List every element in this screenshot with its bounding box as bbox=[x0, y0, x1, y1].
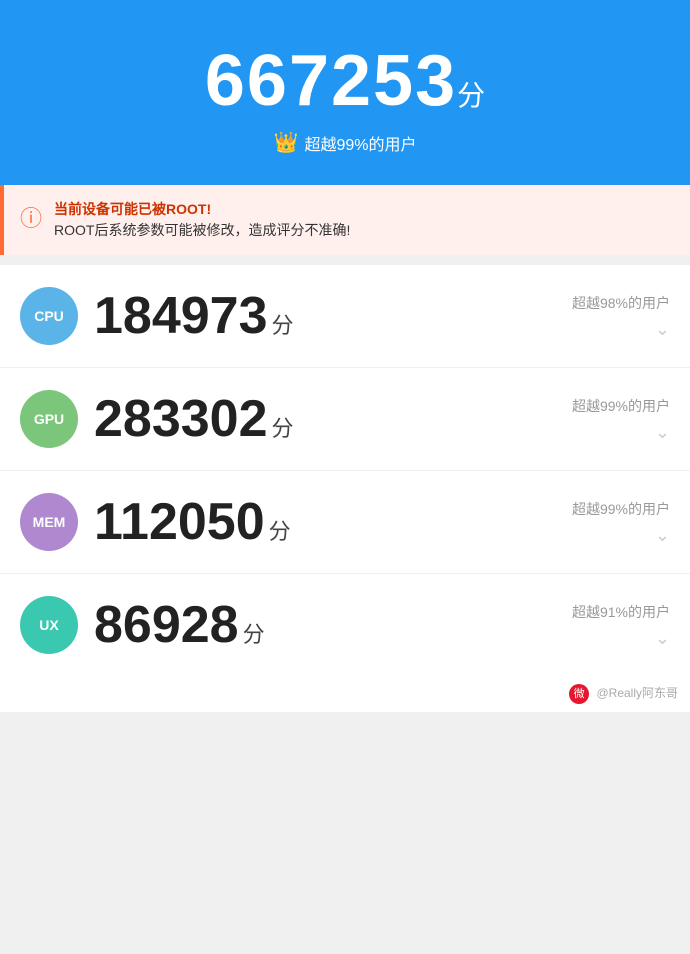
score-item-mem[interactable]: MEM 112050分 超越99%的用户 ⌄ bbox=[0, 471, 690, 574]
score-unit-gpu: 分 bbox=[272, 416, 294, 441]
score-number-cpu: 184973 bbox=[94, 287, 268, 345]
crown-icon: 👑 bbox=[274, 130, 299, 155]
score-percentile-cpu: 超越98%的用户 bbox=[572, 293, 670, 313]
warning-icon: ⓘ bbox=[20, 201, 42, 233]
score-number-mem: 112050 bbox=[94, 493, 265, 551]
score-percentile-mem: 超越99%的用户 bbox=[572, 499, 670, 519]
score-main-gpu: 283302分 bbox=[94, 393, 556, 445]
score-right-mem: 超越99%的用户 ⌄ bbox=[572, 499, 670, 546]
warning-text-block: 当前设备可能已被ROOT! ROOT后系统参数可能被修改，造成评分不准确! bbox=[54, 199, 350, 241]
badge-cpu: CPU bbox=[20, 287, 78, 345]
score-item-gpu[interactable]: GPU 283302分 超越99%的用户 ⌄ bbox=[0, 368, 690, 471]
weibo-icon: 微 bbox=[569, 684, 589, 704]
root-warning-banner: ⓘ 当前设备可能已被ROOT! ROOT后系统参数可能被修改，造成评分不准确! bbox=[0, 185, 690, 255]
score-main-mem: 112050分 bbox=[94, 496, 556, 548]
total-score-number: 667253 bbox=[205, 41, 457, 121]
watermark-label: @Really阿东哥 bbox=[596, 686, 678, 700]
score-number-gpu: 283302 bbox=[94, 390, 268, 448]
header-percentile-text: 超越99%的用户 bbox=[304, 131, 416, 155]
total-score-display: 667253分 bbox=[20, 40, 670, 122]
score-item-ux[interactable]: UX 86928分 超越91%的用户 ⌄ bbox=[0, 574, 690, 676]
score-number-ux: 86928 bbox=[94, 596, 239, 654]
score-percentile-gpu: 超越99%的用户 bbox=[572, 396, 670, 416]
badge-mem: MEM bbox=[20, 493, 78, 551]
score-right-cpu: 超越98%的用户 ⌄ bbox=[572, 293, 670, 340]
chevron-down-icon: ⌄ bbox=[655, 422, 670, 443]
score-list: CPU 184973分 超越98%的用户 ⌄ GPU 283302分 超越99%… bbox=[0, 265, 690, 676]
chevron-down-icon: ⌄ bbox=[655, 628, 670, 649]
watermark: 微 @Really阿东哥 bbox=[0, 676, 690, 712]
score-right-gpu: 超越99%的用户 ⌄ bbox=[572, 396, 670, 443]
total-score-unit: 分 bbox=[457, 80, 485, 111]
score-unit-cpu: 分 bbox=[272, 313, 294, 338]
chevron-down-icon: ⌄ bbox=[655, 525, 670, 546]
chevron-down-icon: ⌄ bbox=[655, 319, 670, 340]
warning-title: 当前设备可能已被ROOT! bbox=[54, 201, 211, 217]
score-main-cpu: 184973分 bbox=[94, 290, 556, 342]
header-subtitle: 👑 超越99%的用户 bbox=[20, 130, 670, 155]
score-percentile-ux: 超越91%的用户 bbox=[572, 602, 670, 622]
score-right-ux: 超越91%的用户 ⌄ bbox=[572, 602, 670, 649]
score-unit-ux: 分 bbox=[243, 622, 265, 647]
badge-ux: UX bbox=[20, 596, 78, 654]
badge-gpu: GPU bbox=[20, 390, 78, 448]
header-section: 667253分 👑 超越99%的用户 bbox=[0, 0, 690, 185]
score-main-ux: 86928分 bbox=[94, 599, 556, 651]
score-item-cpu[interactable]: CPU 184973分 超越98%的用户 ⌄ bbox=[0, 265, 690, 368]
score-unit-mem: 分 bbox=[269, 519, 291, 544]
warning-body: ROOT后系统参数可能被修改，造成评分不准确! bbox=[54, 222, 350, 238]
